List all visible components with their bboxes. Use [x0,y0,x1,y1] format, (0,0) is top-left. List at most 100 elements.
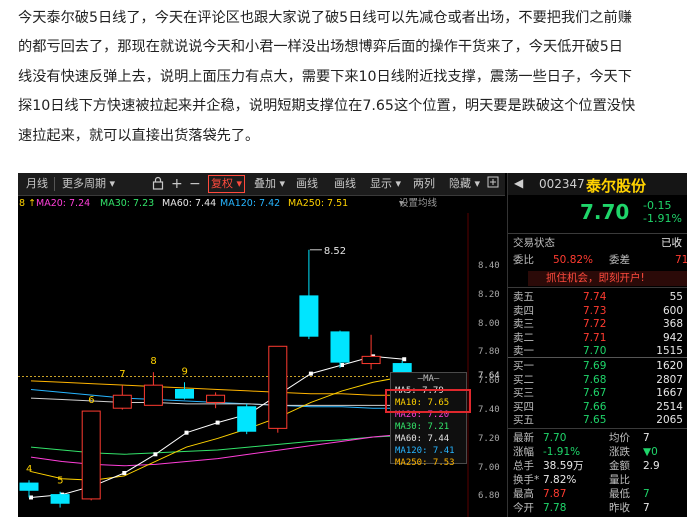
candle-label: 9 [182,366,188,377]
candle-label: 7 [119,369,125,380]
stat-label: 换手* [513,474,540,486]
ma30-legend: MA30: 7.23 [100,198,155,209]
level-label: 卖三 [513,318,534,330]
candle-up [268,345,288,429]
price-tick: 7.00 [478,462,500,473]
ma-values-popup: —MA— MA5: 7.79 MA10: 7.65 MA20: 7.20 MA3… [390,372,467,468]
level-volume: 2514 [656,400,683,413]
period-monthly-button[interactable]: 月线 [26,176,48,192]
stat-value: -1.91% [543,446,581,458]
chevron-down-icon: ▾ [109,177,116,190]
order-book-row: 买一 7.69 1620 [513,359,683,373]
candlestick-chart[interactable]: 4 5 6 7 8 9 8.52 [18,213,505,517]
divider [508,233,687,234]
level-volume: 1667 [656,387,683,399]
ma5-point [215,420,220,425]
current-price: 7.70 [580,200,630,224]
level-label: 买四 [513,400,534,413]
candle-label: 4 [26,464,32,475]
chevron-down-icon: ▾ [399,198,404,209]
hide-label: 隐藏 [449,177,471,190]
stat-value: 38.59万 [543,460,584,472]
level-price: 7.65 [583,414,607,426]
stat-value: 7.70 [543,432,567,444]
divider [508,357,687,358]
lock-icon[interactable] [152,176,164,192]
article-line: 今天泰尔破5日线了，今天在评论区也跟大家说了破5日线可以先减仓或者出场，不要把我… [18,10,632,26]
stock-code: 002347 [539,177,585,191]
divider [508,287,687,288]
order-book-row: 买三 7.67 1667 [513,386,683,400]
candle-up [81,410,101,500]
two-column-button[interactable]: 两列 [413,176,435,192]
level-volume: 2807 [656,373,683,386]
weicha-value: 71 [675,254,687,266]
price-change-pct: -1.91% [643,212,682,225]
stat-value: 2.9 [643,460,660,472]
level-label: 卖四 [513,304,534,317]
draw-line-button[interactable]: 画线 [334,176,356,192]
trade-status-label: 交易状态 [513,237,555,249]
divider [508,428,687,429]
candle-down [50,494,70,504]
order-book-row: 卖五 7.74 55 [513,290,683,304]
ma10-highlight-box [385,389,471,413]
open-account-banner[interactable]: 抓住机会，即刻开户! [528,271,687,286]
ma250-line [30,380,405,396]
level-price: 7.68 [583,373,607,386]
zoom-out-button[interactable]: − [189,176,201,192]
level-label: 买三 [513,387,534,399]
back-arrow-icon[interactable]: ◀ [514,176,523,190]
ma250-value: MA250: 7.53 [395,458,455,468]
price-tick: 7.20 [478,433,500,444]
stat-value: 7 [643,432,650,444]
candle-down [175,388,194,399]
level-volume: 2065 [656,414,683,426]
candle-label: 8 [150,356,156,367]
stat-value: ▼0 [643,446,658,458]
expand-icon[interactable] [487,176,499,192]
article-line: 的都亏回去了，那现在就说说今天和小君一样没出场想博弈后面的操作干货来了，今天低开… [18,39,623,56]
zoom-in-button[interactable]: + [171,176,183,192]
stat-label: 涨跌 [609,446,630,458]
candle-down [19,482,39,491]
stat-label: 最新 [513,432,534,444]
article-line: 探10日线下方快速被拉起来并企稳，说明短期支撑位在7.65这个位置，明天要是跌破… [18,98,636,115]
price-tick: 7.60 [478,376,500,387]
level-price: 7.72 [583,318,607,330]
ma-popup-header: —MA— [417,374,440,384]
ma60-legend: MA60: 7.44 [162,198,217,209]
stat-value: 7 [643,488,650,500]
level-label: 买二 [513,373,534,386]
drawing-tools-button[interactable]: 画线 [296,176,318,192]
stock-chart-screenshot: 月线 更多周期 ▾ + − 复权 ▾ 叠加 ▾ 画线 画线 显示 ▾ 两列 隐藏… [18,173,687,517]
candle-up [361,355,381,365]
hide-dropdown[interactable]: 隐藏 ▾ [449,176,480,192]
order-book-row: 买二 7.68 2807 [513,373,683,387]
level-price: 7.73 [583,304,607,317]
level-volume: 1620 [656,360,683,372]
ma5-point [29,495,33,500]
overlay-label: 叠加 [254,177,276,190]
stat-label: 昨收 [609,502,630,514]
stat-label: 总手 [513,460,534,472]
stat-label: 涨幅 [513,446,534,458]
level-volume: 1515 [656,345,683,357]
candle-label: 5 [57,476,63,487]
level-label: 买五 [513,414,534,426]
toolbar-divider [54,177,55,191]
stat-label: 均价 [609,432,630,444]
overlay-dropdown[interactable]: 叠加 ▾ [254,176,285,192]
ma30-value: MA30: 7.21 [395,422,450,432]
level-volume: 942 [662,331,683,344]
level-label: 卖一 [513,345,534,357]
display-dropdown[interactable]: 显示 ▾ [370,176,401,192]
price-tick: 8.20 [478,289,500,300]
fuquan-dropdown[interactable]: 复权 ▾ [208,175,246,193]
more-period-dropdown[interactable]: 更多周期 ▾ [62,176,115,192]
order-book-row: 买五 7.65 2065 [513,413,683,427]
ma-popup-header-text: MA [423,374,434,384]
article-text: 今天泰尔破5日线了，今天在评论区也跟大家说了破5日线可以先减仓或者出场，不要把我… [18,4,678,151]
candle-up [112,394,132,409]
high-marker-label: 8.52 [324,246,346,257]
